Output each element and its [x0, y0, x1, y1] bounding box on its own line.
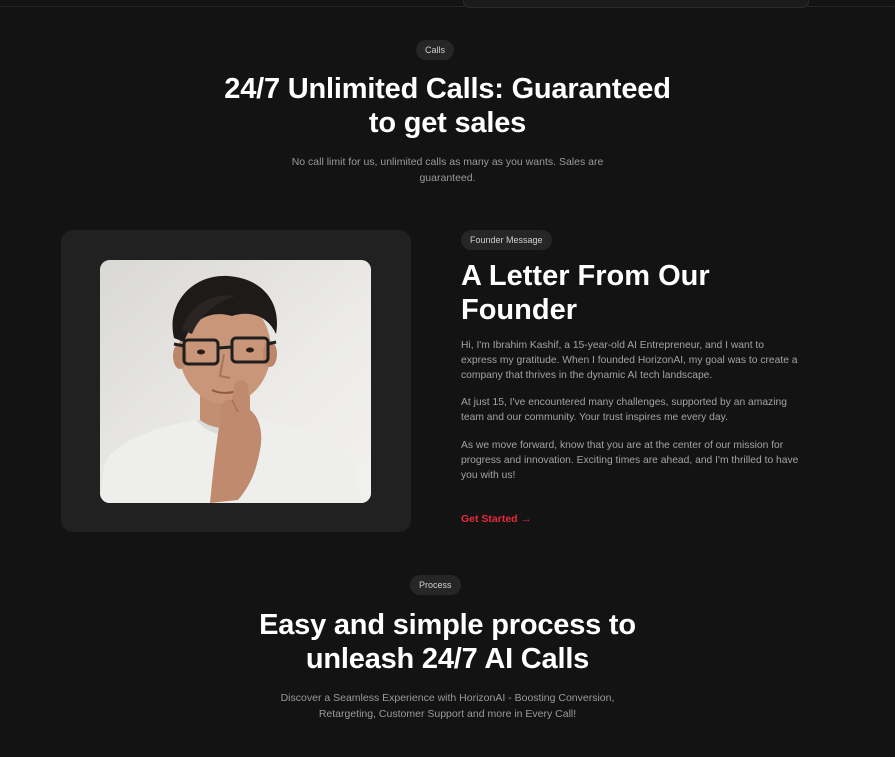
founder-title-line-2: Founder	[461, 294, 577, 326]
calls-badge: Calls	[416, 40, 455, 60]
calls-subtitle: No call limit for us, unlimited calls as…	[0, 154, 895, 186]
calls-title-line-1: 24/7 Unlimited Calls: Guaranteed	[224, 73, 671, 105]
founder-paragraph-1: Hi, I'm Ibrahim Kashif, a 15-year-old AI…	[461, 338, 821, 383]
get-started-link[interactable]: Get Started →	[461, 512, 532, 526]
calls-title: 24/7 Unlimited Calls: Guaranteed to get …	[0, 72, 895, 140]
founder-photo-card	[61, 230, 411, 532]
process-title-line-2: unleash 24/7 AI Calls	[305, 643, 590, 675]
paragraph-3-line-1: As we move forward, know that you are at…	[461, 440, 784, 451]
founder-title-line-1: A Letter From Our	[461, 260, 710, 292]
calls-subtitle-line-1: No call limit for us, unlimited calls as…	[291, 156, 604, 168]
founder-photo	[100, 260, 371, 503]
page: Calls 24/7 Unlimited Calls: Guaranteed t…	[0, 0, 895, 757]
arrow-right-icon: →	[520, 513, 532, 525]
process-subtitle-line-2: Retargeting, Customer Support and more i…	[318, 708, 577, 720]
founder-portrait-image	[100, 260, 371, 503]
calls-subtitle-line-2: guaranteed.	[419, 172, 476, 184]
founder-paragraph-2: At just 15, I've encountered many challe…	[461, 395, 821, 425]
previous-section-pill	[463, 0, 809, 8]
paragraph-1-line-2: express my gratitude. When I founded Hor…	[461, 355, 798, 366]
founder-title: A Letter From Our Founder	[461, 259, 861, 327]
paragraph-3-line-3: you with us!	[461, 470, 516, 481]
paragraph-2-line-1: At just 15, I've encountered many challe…	[461, 397, 787, 408]
process-title-line-1: Easy and simple process to	[259, 609, 636, 641]
paragraph-3-line-2: progress and innovation. Exciting times …	[461, 455, 799, 466]
founder-paragraph-3: As we move forward, know that you are at…	[461, 438, 821, 483]
calls-title-line-2: to get sales	[368, 107, 527, 139]
paragraph-1-line-3: company that thrives in the dynamic AI t…	[461, 370, 713, 381]
paragraph-2-line-2: team and our community. Your trust inspi…	[461, 412, 728, 423]
process-title: Easy and simple process to unleash 24/7 …	[0, 608, 895, 676]
get-started-label: Get Started	[461, 513, 518, 525]
process-subtitle: Discover a Seamless Experience with Hori…	[0, 690, 895, 722]
process-subtitle-line-1: Discover a Seamless Experience with Hori…	[280, 692, 615, 704]
founder-badge: Founder Message	[461, 230, 552, 250]
process-badge: Process	[410, 575, 461, 595]
paragraph-1-line-1: Hi, I'm Ibrahim Kashif, a 15-year-old AI…	[461, 340, 765, 351]
top-edge-divider	[0, 0, 895, 8]
